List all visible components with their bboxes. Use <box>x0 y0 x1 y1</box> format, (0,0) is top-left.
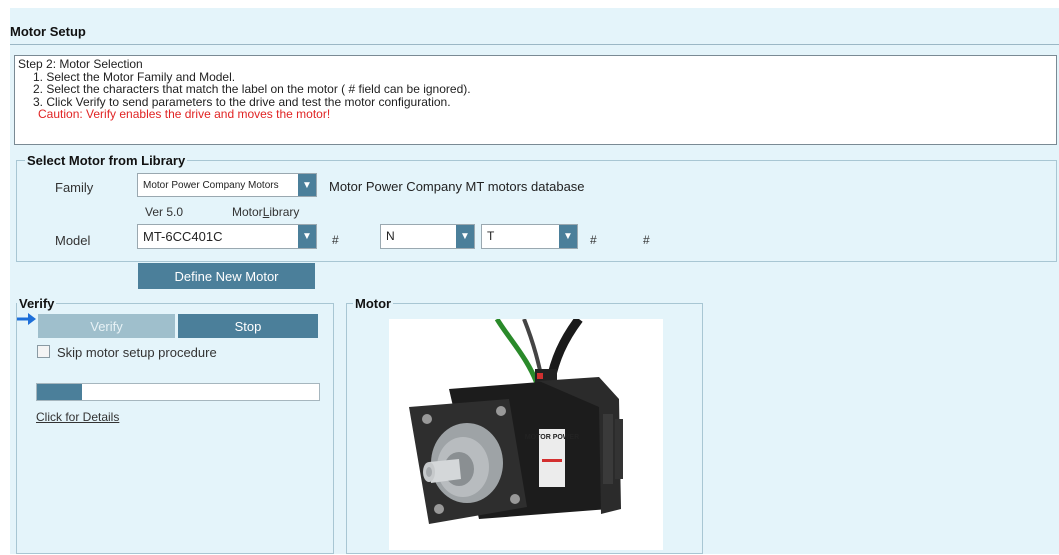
chevron-down-icon: ▼ <box>559 225 577 248</box>
instruction-line-2: 2. Select the characters that match the … <box>33 82 471 96</box>
instructions-box: Step 2: Motor Selection 1. Select the Mo… <box>14 55 1057 145</box>
progress-bar <box>36 383 320 401</box>
verify-button[interactable]: Verify <box>38 314 175 338</box>
version-label: Ver 5.0 <box>145 205 184 219</box>
servo-motor-image: MOTOR POWER <box>409 316 623 524</box>
details-link[interactable]: Click for Details <box>36 410 119 424</box>
chevron-down-icon: ▼ <box>456 225 474 248</box>
model-label: Model <box>55 233 91 248</box>
define-new-motor-button[interactable]: Define New Motor <box>138 263 315 289</box>
model-select[interactable]: MT-6CC401C ▼ <box>137 224 317 249</box>
model-select-value: MT-6CC401C <box>143 229 223 244</box>
motor-library-label: MotorLibrary <box>232 205 300 219</box>
skip-checkbox[interactable] <box>37 345 50 358</box>
library-legend: Select Motor from Library <box>27 153 186 168</box>
option-n-value: N <box>386 229 395 243</box>
motor-image: MOTOR POWER <box>389 316 663 550</box>
caution-text: Caution: Verify enables the drive and mo… <box>38 107 331 121</box>
option-select-n[interactable]: N ▼ <box>380 224 475 249</box>
hash-field-1: # <box>332 233 339 247</box>
skip-label: Skip motor setup procedure <box>57 345 217 360</box>
motor-legend: Motor <box>355 296 392 311</box>
verify-legend: Verify <box>19 296 55 311</box>
arrow-right-icon <box>17 313 36 325</box>
family-label: Family <box>55 180 94 195</box>
stop-button[interactable]: Stop <box>178 314 318 338</box>
option-t-value: T <box>487 229 495 243</box>
chevron-down-icon: ▼ <box>298 225 316 248</box>
chevron-down-icon: ▼ <box>298 174 316 196</box>
progress-fill <box>37 384 83 400</box>
family-select[interactable]: Motor Power Company Motors ▼ <box>137 173 317 197</box>
header-divider <box>10 44 1059 45</box>
brand-label: MOTOR POWER <box>525 434 579 441</box>
hash-field-3: # <box>643 233 650 247</box>
family-description: Motor Power Company MT motors database <box>329 179 585 194</box>
hash-field-2: # <box>590 233 597 247</box>
page-title: Motor Setup <box>10 24 86 39</box>
step-title: Step 2: Motor Selection <box>18 57 143 71</box>
option-select-t[interactable]: T ▼ <box>481 224 578 249</box>
family-select-value: Motor Power Company Motors <box>143 180 279 191</box>
